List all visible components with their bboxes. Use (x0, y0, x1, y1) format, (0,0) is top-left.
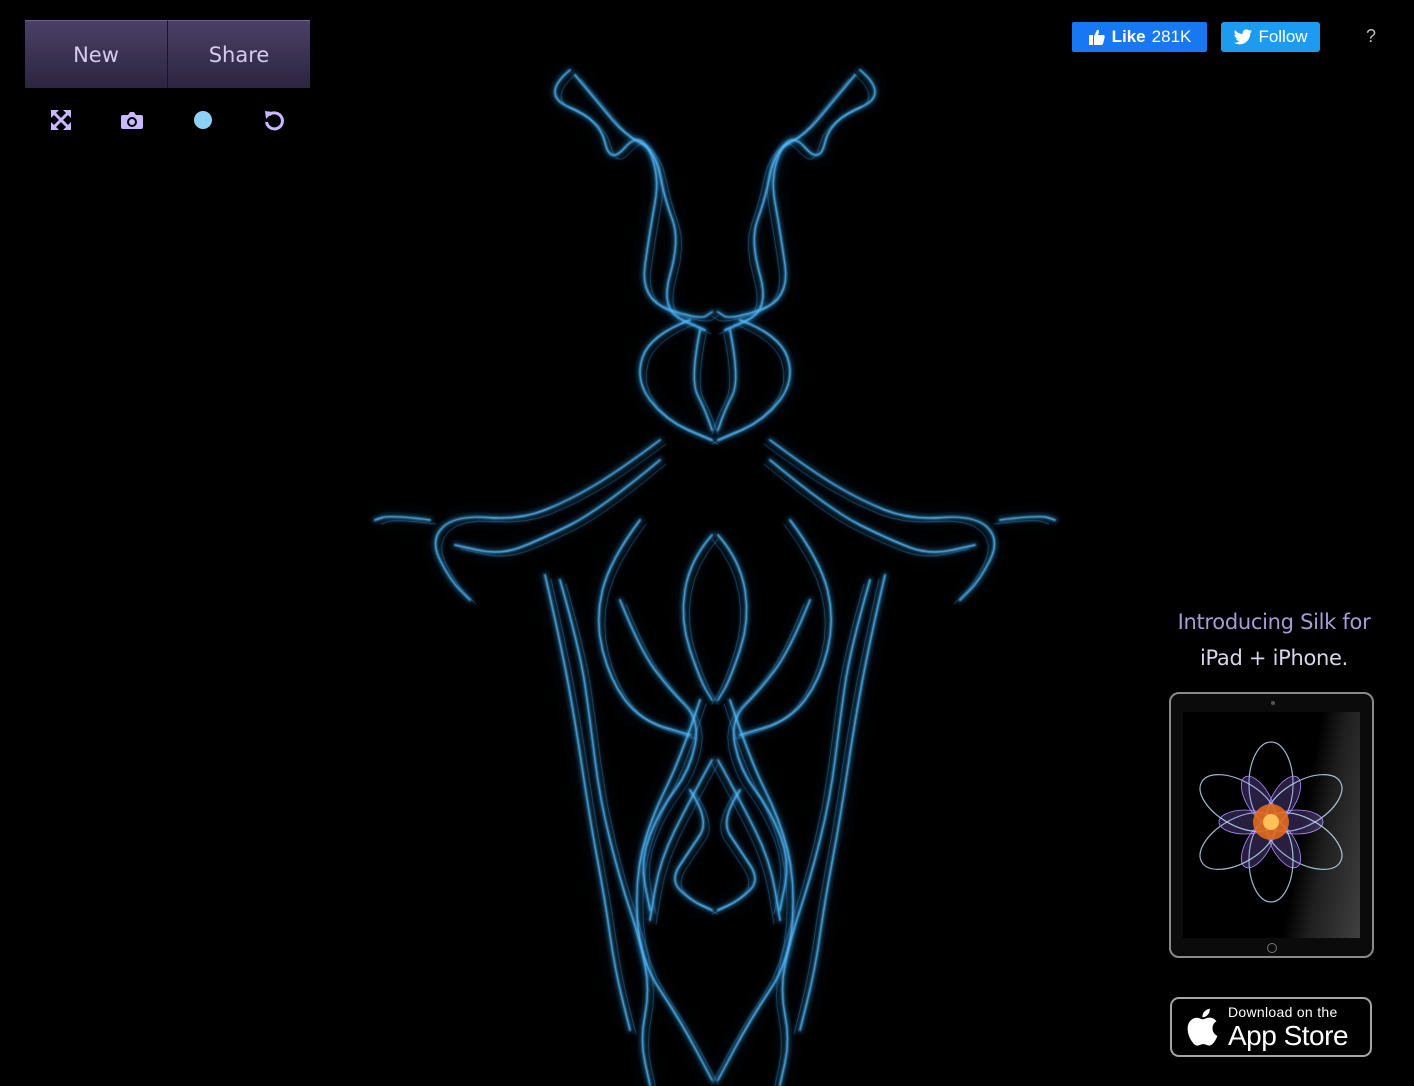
apple-logo-icon (1187, 1008, 1218, 1046)
like-count: 281K (1151, 27, 1192, 46)
help-button[interactable]: ? (1363, 26, 1379, 47)
color-dot-icon[interactable] (185, 102, 221, 138)
control-panel: New Share (25, 20, 310, 152)
fullscreen-icon[interactable] (43, 102, 79, 138)
app-store-badge[interactable]: Download on the App Store (1170, 997, 1372, 1057)
follow-label: Follow (1258, 27, 1308, 46)
twitter-follow-button[interactable]: Follow (1221, 22, 1320, 52)
app-store-text: Download on the App Store (1228, 1003, 1349, 1051)
new-button[interactable]: New (25, 20, 167, 88)
ipad-promo-image[interactable] (1169, 692, 1374, 958)
screen-glare (1270, 712, 1360, 938)
app-store-small-text: Download on the (1228, 1003, 1338, 1020)
undo-icon[interactable] (256, 102, 292, 138)
top-buttons: New Share (25, 20, 310, 88)
promo-line-2: iPad + iPhone. (1199, 646, 1349, 670)
facebook-like-button[interactable]: Like 281K (1072, 22, 1207, 52)
app-store-big-text: App Store (1228, 1019, 1349, 1051)
ipad-screen (1183, 712, 1360, 938)
social-buttons: Like 281K Follow (1072, 22, 1320, 52)
silk-stage[interactable]: New Share Like 281K Follow ? Introducing… (0, 0, 1414, 1086)
promo-line-1: Introducing Silk for (1177, 610, 1371, 634)
ipad-home-button (1267, 943, 1277, 953)
twitter-bird-icon (1234, 28, 1253, 44)
thumbs-up-icon (1088, 29, 1105, 45)
promo-text: Introducing Silk for iPad + iPhone. (1166, 604, 1382, 676)
like-label: Like (1111, 27, 1146, 46)
ipad-camera (1271, 701, 1275, 705)
camera-icon[interactable] (114, 102, 150, 138)
share-button[interactable]: Share (167, 20, 310, 88)
tool-row (25, 88, 310, 152)
